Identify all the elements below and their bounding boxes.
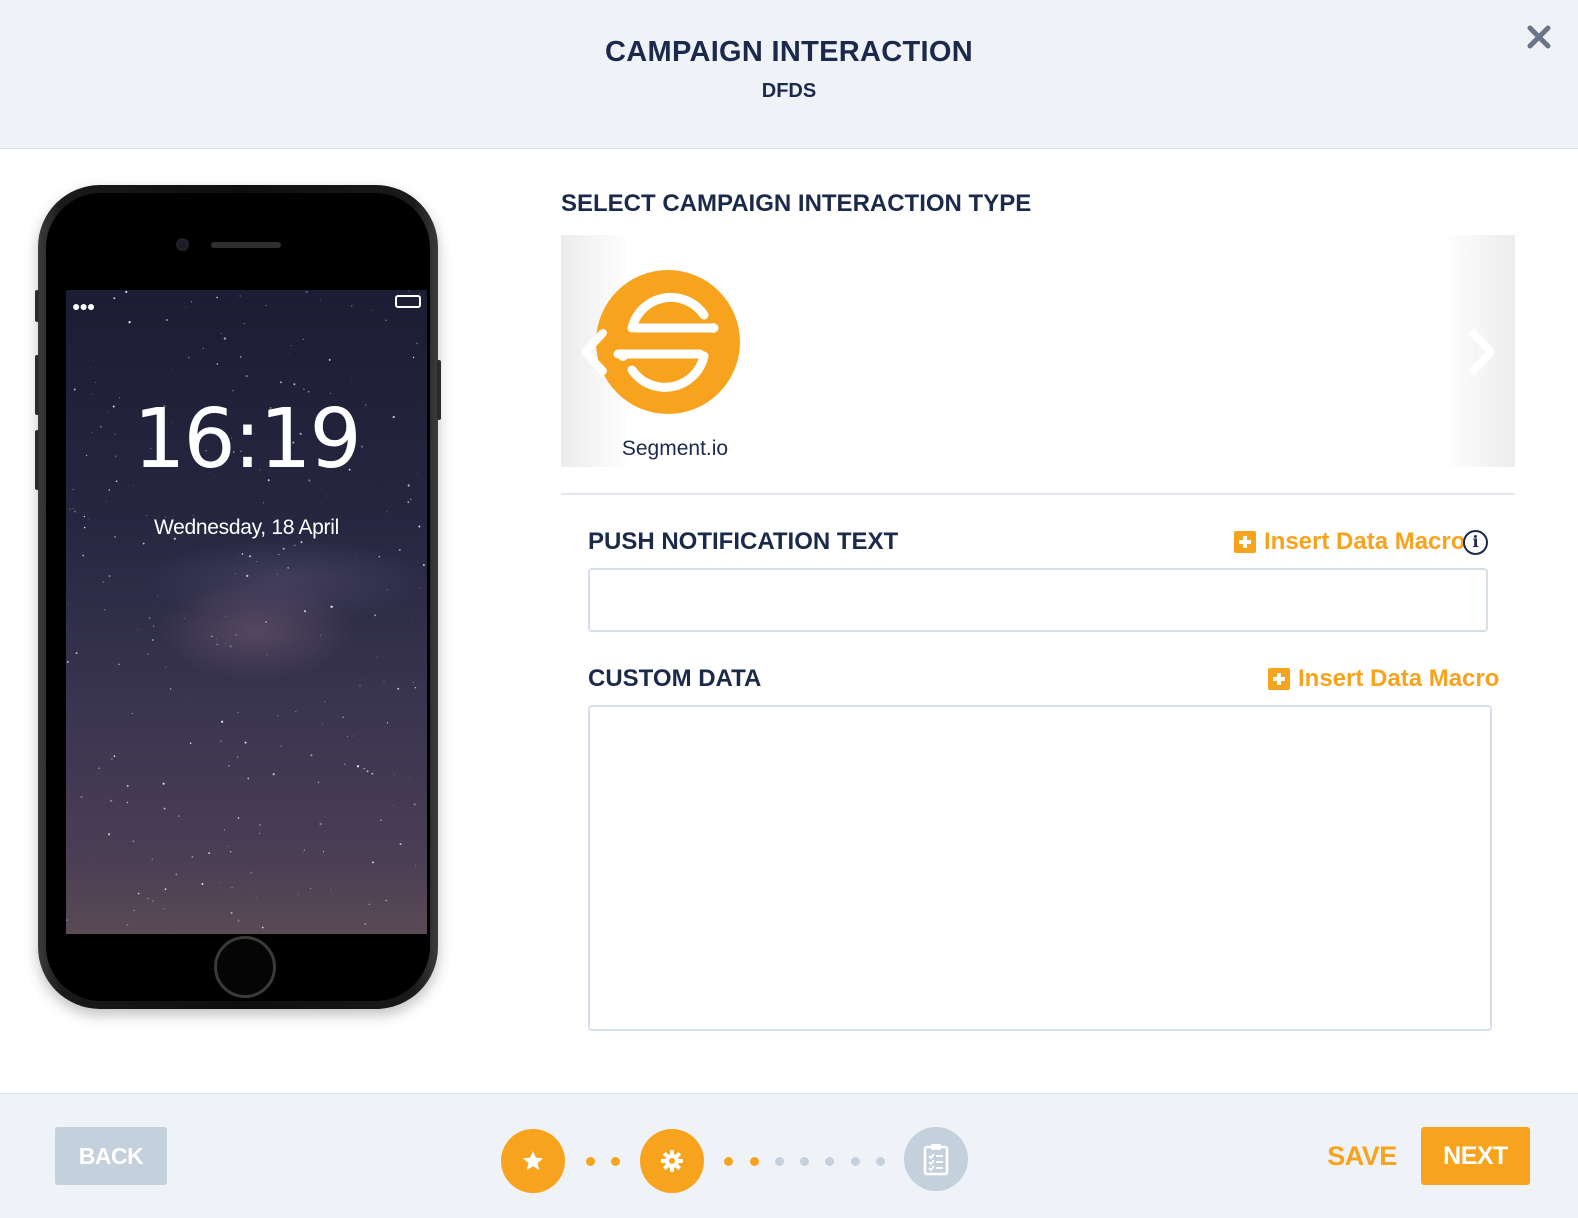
push-notification-label: PUSH NOTIFICATION TEXT [588, 528, 899, 555]
step-dot [775, 1157, 784, 1166]
step-dot [876, 1157, 885, 1166]
step-dot [851, 1157, 860, 1166]
step-clipboard[interactable] [904, 1127, 968, 1191]
segment-logo-icon[interactable] [596, 270, 740, 414]
custom-insert-macro-link[interactable]: Insert Data Macro [1268, 665, 1499, 693]
close-icon[interactable] [1524, 22, 1554, 52]
interaction-type-title: SELECT CAMPAIGN INTERACTION TYPE [561, 190, 1032, 217]
step-gear[interactable] [640, 1129, 704, 1193]
lock-screen-date: Wednesday, 18 April [154, 516, 339, 539]
custom-data-textarea[interactable] [588, 705, 1492, 1031]
custom-data-label: CUSTOM DATA [588, 665, 762, 692]
step-dot [724, 1157, 733, 1166]
push-notification-input[interactable] [588, 568, 1488, 632]
save-button[interactable]: SAVE [1322, 1127, 1402, 1185]
phone-screen: ●●● 16:19 Wednesday, 18 April [66, 290, 427, 934]
battery-icon [395, 295, 421, 308]
interaction-type-carousel: Segment.io [561, 235, 1515, 467]
next-button[interactable]: NEXT [1421, 1127, 1530, 1185]
signal-dots-icon: ●●● [72, 298, 95, 314]
header: CAMPAIGN INTERACTION DFDS [0, 0, 1578, 149]
camera-icon [176, 238, 189, 251]
home-button [214, 936, 276, 998]
lock-screen-time: 16:19 [133, 392, 361, 487]
step-dot [750, 1157, 759, 1166]
chevron-right-icon[interactable] [1463, 327, 1499, 377]
divider [561, 493, 1515, 495]
push-insert-macro-link[interactable]: Insert Data Macro [1234, 528, 1465, 556]
step-star[interactable] [501, 1129, 565, 1193]
step-dot [611, 1157, 620, 1166]
page-title: CAMPAIGN INTERACTION [605, 36, 973, 68]
earpiece [211, 242, 281, 248]
gear-icon [661, 1150, 683, 1172]
plus-square-icon [1234, 531, 1256, 553]
info-icon[interactable]: i [1463, 530, 1488, 555]
step-dot [825, 1157, 834, 1166]
step-dot [586, 1157, 595, 1166]
plus-square-icon [1268, 668, 1290, 690]
footer: BACK SAVE NEXT [0, 1093, 1578, 1218]
clipboard-icon [923, 1144, 949, 1176]
star-icon [523, 1151, 543, 1170]
push-insert-macro-label: Insert Data Macro [1264, 528, 1466, 555]
back-button[interactable]: BACK [55, 1127, 167, 1185]
chevron-left-icon[interactable] [577, 327, 613, 377]
step-dot [800, 1157, 809, 1166]
segment-option-label[interactable]: Segment.io [611, 437, 739, 461]
custom-insert-macro-label: Insert Data Macro [1298, 665, 1500, 692]
page-subtitle: DFDS [761, 80, 817, 102]
phone-preview: ●●● 16:19 Wednesday, 18 April [35, 185, 441, 1009]
